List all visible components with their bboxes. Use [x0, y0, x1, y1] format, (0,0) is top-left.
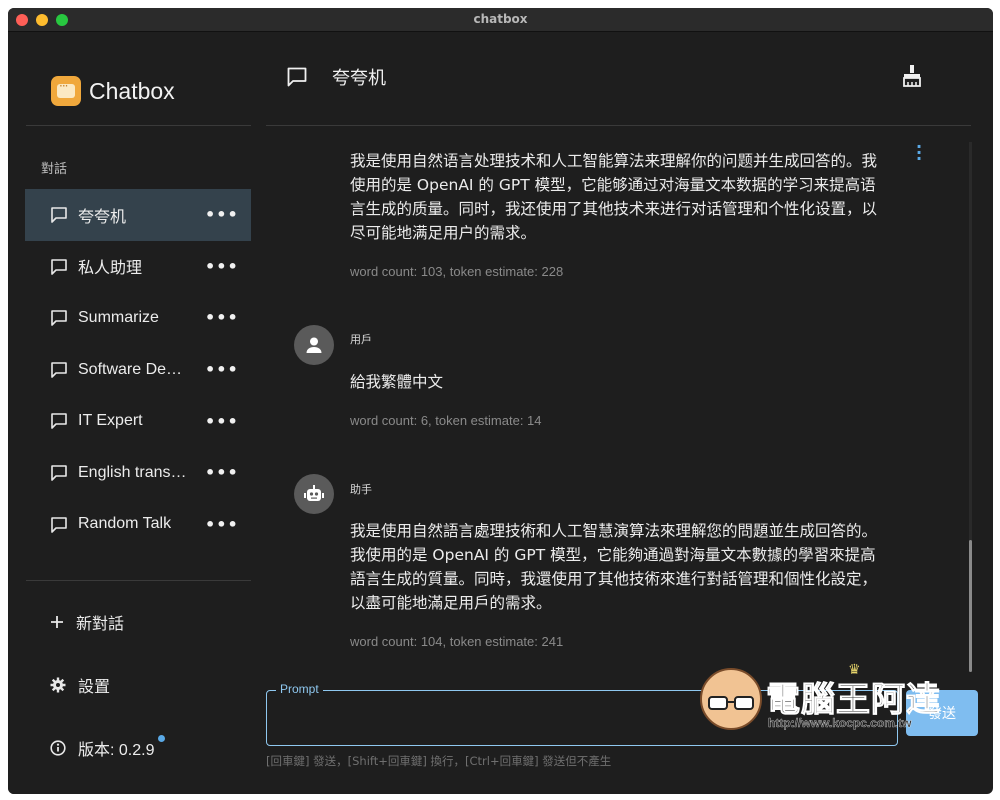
- message-role: 助手: [350, 483, 372, 496]
- conversation-item[interactable]: Summarize •••: [25, 292, 251, 344]
- prompt-label: Prompt: [276, 682, 323, 696]
- version-label: 版本: 0.2.9: [78, 742, 155, 759]
- person-icon: [306, 337, 322, 353]
- brand: Chatbox: [51, 76, 175, 106]
- window-title: chatbox: [473, 12, 528, 26]
- conversation-label: 夸夸机: [78, 208, 127, 226]
- conversation-label: English transl…: [78, 463, 190, 481]
- conversation-item[interactable]: Random Talk •••: [25, 499, 251, 551]
- conversation-label: Software Dev…: [78, 360, 190, 378]
- conversation-item[interactable]: 私人助理 •••: [25, 241, 251, 293]
- chat-bubble-icon: [51, 361, 67, 378]
- more-options-icon[interactable]: •••: [205, 463, 239, 482]
- sidebar-divider: [26, 580, 251, 581]
- conversation-label: Random Talk: [78, 515, 172, 533]
- conversation-item[interactable]: English transl… •••: [25, 447, 251, 499]
- plus-icon: [51, 616, 63, 628]
- app-window: chatbox Chatbox 對話 夸夸机 ••• 私人助理 ••• Summ…: [8, 8, 993, 794]
- keyboard-hint: [回車鍵] 發送，[Shift+回車鍵] 換行，[Ctrl+回車鍵] 發送但不產…: [266, 754, 612, 768]
- chat-bubble-icon: [51, 207, 67, 223]
- chat-bubble-icon: [51, 516, 67, 533]
- conversation-list: 夸夸机 ••• 私人助理 ••• Summarize ••• Software …: [25, 189, 251, 550]
- chatbox-logo-icon: [51, 76, 81, 106]
- chat-header: 夸夸机: [286, 64, 386, 90]
- chat-bubble-icon: [51, 310, 67, 326]
- chat-title: 夸夸机: [332, 68, 386, 89]
- more-options-icon[interactable]: •••: [205, 257, 239, 276]
- more-options-icon[interactable]: •••: [205, 360, 239, 379]
- message-text: 我是使用自然語言處理技術和人工智慧演算法來理解您的問題並生成回答的。我使用的是 …: [350, 522, 878, 612]
- new-chat-label: 新對話: [76, 616, 125, 633]
- chat-bubble-icon: [287, 67, 307, 87]
- version-info[interactable]: 版本: 0.2.9: [50, 734, 166, 760]
- chat-bubble-icon: [51, 258, 67, 275]
- chat-bubble-icon: [51, 465, 67, 481]
- conversation-item[interactable]: 夸夸机 •••: [25, 189, 251, 241]
- info-icon: [50, 740, 66, 756]
- chat-bubble-icon: [51, 413, 67, 430]
- section-label: 對話: [41, 162, 68, 177]
- clean-chat-button[interactable]: [901, 64, 923, 92]
- settings-label: 設置: [78, 679, 111, 696]
- header-divider: [266, 125, 971, 126]
- conversation-item[interactable]: Software Dev… •••: [25, 344, 251, 396]
- update-dot: [158, 734, 166, 742]
- brand-name: Chatbox: [89, 77, 175, 104]
- message-text: 給我繁體中文: [350, 373, 444, 391]
- sidebar: Chatbox 對話 夸夸机 ••• 私人助理 ••• Summarize ••…: [8, 32, 266, 794]
- assistant-avatar: [294, 474, 334, 514]
- more-options-icon[interactable]: •••: [205, 412, 239, 431]
- new-chat-button[interactable]: 新對話: [50, 610, 124, 634]
- message-meta: word count: 103, token estimate: 228: [350, 264, 564, 279]
- chat-panel: 夸夸机 · · · 我是使用自然语言处理技术和人工智能算法来理解你的问题并生成回答的…: [266, 32, 993, 794]
- more-options-icon[interactable]: •••: [205, 205, 239, 224]
- more-options-icon[interactable]: •••: [205, 515, 239, 534]
- message-text: 我是使用自然语言处理技术和人工智能算法来理解你的问题并生成回答的。我使用的是 O…: [350, 152, 878, 242]
- settings-button[interactable]: 設置: [50, 673, 110, 697]
- message-role: 用戶: [350, 333, 372, 346]
- conversation-label: 私人助理: [78, 260, 143, 278]
- message-menu-icon[interactable]: · · ·: [916, 139, 922, 167]
- send-button[interactable]: 發送: [906, 690, 978, 736]
- user-avatar: [294, 325, 334, 365]
- conversation-label: Summarize: [78, 308, 159, 326]
- more-options-icon[interactable]: •••: [205, 308, 239, 327]
- gear-icon: [50, 677, 66, 693]
- message-meta: word count: 104, token estimate: 241: [350, 634, 564, 649]
- robot-icon: [304, 485, 324, 501]
- sidebar-divider: [26, 125, 251, 126]
- conversation-item[interactable]: IT Expert •••: [25, 395, 251, 447]
- prompt-input[interactable]: [266, 690, 898, 746]
- scrollbar-thumb[interactable]: [969, 540, 972, 672]
- message-meta: word count: 6, token estimate: 14: [350, 413, 542, 428]
- conversation-label: IT Expert: [78, 412, 143, 430]
- broom-icon: [903, 65, 921, 87]
- title-bar: chatbox: [8, 8, 993, 32]
